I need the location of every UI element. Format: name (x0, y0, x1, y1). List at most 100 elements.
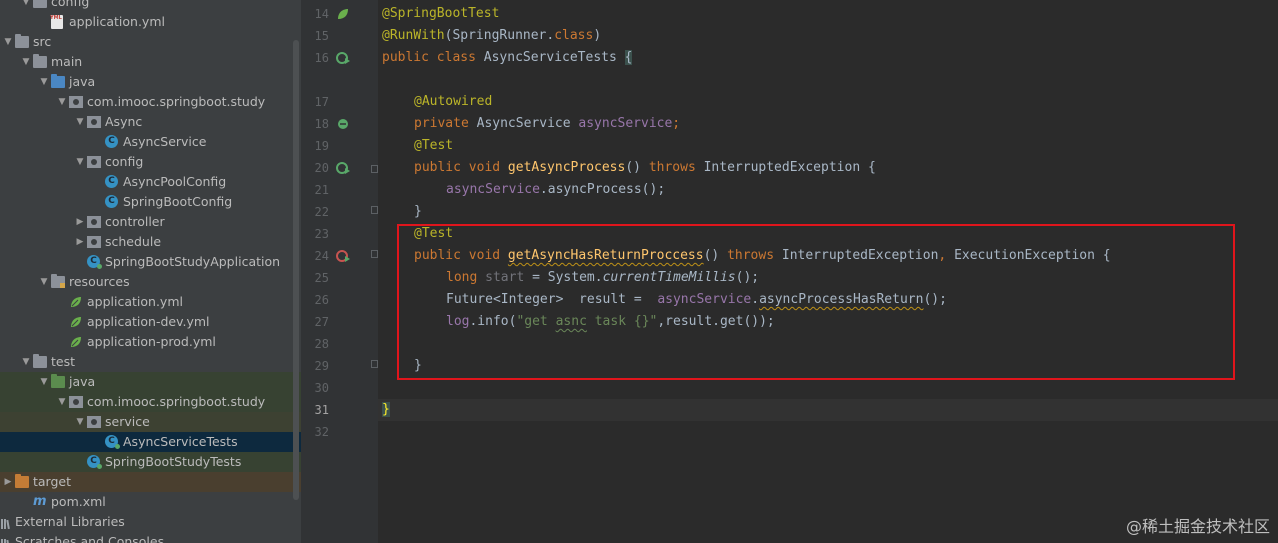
code-line-15[interactable]: @RunWith(SpringRunner.class) (382, 25, 601, 47)
line-number[interactable]: 23 (301, 223, 329, 245)
tree-item-ext-libs[interactable]: ▶External Libraries (0, 512, 301, 532)
code-line-14[interactable]: @SpringBootTest (382, 3, 499, 25)
line-number[interactable]: 27 (301, 311, 329, 333)
code-line-29[interactable]: } (414, 355, 422, 377)
line-number[interactable]: 30 (301, 377, 329, 399)
tree-item-main[interactable]: ▼ main (0, 52, 301, 72)
spring-bean-icon[interactable] (336, 6, 350, 20)
tree-item-pkg-main[interactable]: ▼ com.imooc.springboot.study (0, 92, 301, 112)
editor-gutter[interactable]: 14 15 16 17 18 19 20 21 22 23 24 25 26 27 28 29 30 31 32 (301, 0, 379, 543)
tree-item-app-yml[interactable]: application.yml (0, 292, 301, 312)
tree-item-test[interactable]: ▼ test (0, 352, 301, 372)
tree-item-app-dev-yml[interactable]: application-dev.yml (0, 312, 301, 332)
line-number[interactable]: 31 (301, 399, 329, 421)
line-number[interactable]: 24 (301, 245, 329, 267)
tree-item-controller[interactable]: ▶ controller (0, 212, 301, 232)
line-number[interactable]: 26 (301, 289, 329, 311)
code-line-16[interactable]: public class AsyncServiceTests { (382, 47, 633, 69)
line-number[interactable]: 16 (301, 47, 329, 69)
method-name: getAsyncProcess (507, 160, 626, 175)
code-editor[interactable]: @SpringBootTest @RunWith(SpringRunner.cl… (378, 0, 1278, 543)
fold-marker-icon[interactable] (371, 250, 378, 258)
line-number[interactable]: 29 (301, 355, 329, 377)
code-text: = System. (524, 270, 603, 285)
code-line-17[interactable]: @Autowired (414, 91, 492, 113)
chevron-right-icon[interactable]: ▶ (2, 472, 14, 492)
line-number[interactable]: 22 (301, 201, 329, 223)
fold-marker-icon[interactable] (371, 165, 378, 173)
tree-item-pom[interactable]: m pom.xml (0, 492, 301, 512)
chevron-down-icon[interactable]: ▼ (38, 372, 50, 392)
code-line-22[interactable]: } (414, 201, 422, 223)
tree-item-java-test[interactable]: ▼ java (0, 372, 301, 392)
chevron-down-icon[interactable]: ▼ (74, 412, 86, 432)
chevron-down-icon[interactable]: ▼ (20, 52, 32, 72)
code-line-18[interactable]: private AsyncService asyncService; (414, 113, 680, 135)
tree-item-java-main[interactable]: ▼ java (0, 72, 301, 92)
tree-item-pkg-test[interactable]: ▼ com.imooc.springboot.study (0, 392, 301, 412)
run-test-icon[interactable] (336, 50, 350, 64)
line-number[interactable]: 32 (301, 421, 329, 443)
chevron-down-icon[interactable]: ▼ (20, 0, 32, 12)
semicolon: ; (672, 116, 681, 131)
chevron-down-icon[interactable]: ▼ (74, 112, 86, 132)
line-number[interactable]: 21 (301, 179, 329, 201)
project-tree-scrollbar[interactable] (293, 40, 299, 500)
code-text: .info( (469, 314, 517, 329)
tree-item-schedule[interactable]: ▶ schedule (0, 232, 301, 252)
chevron-down-icon[interactable]: ▼ (56, 92, 68, 112)
chevron-down-icon[interactable]: ▼ (56, 392, 68, 412)
chevron-down-icon[interactable]: ▼ (38, 272, 50, 292)
tree-item-asyncservicetests[interactable]: C AsyncServiceTests (0, 432, 301, 452)
tree-item-config-pkg[interactable]: ▼ config (0, 152, 301, 172)
tree-item-src[interactable]: ▼ src (0, 32, 301, 52)
run-test-icon[interactable] (336, 160, 350, 174)
chevron-down-icon[interactable]: ▼ (2, 32, 14, 52)
code-line-26[interactable]: Future<Integer> result = asyncService.as… (446, 289, 947, 311)
tree-item-springbootstudyapplication[interactable]: C SpringBootStudyApplication (0, 252, 301, 272)
tree-item-label: com.imooc.springboot.study (87, 94, 266, 109)
line-number[interactable]: 20 (301, 157, 329, 179)
tree-item-resources[interactable]: ▼ resources (0, 272, 301, 292)
line-number[interactable]: 28 (301, 333, 329, 355)
class-icon: C (105, 195, 118, 208)
code-line-25[interactable]: long start = System.currentTimeMillis(); (446, 267, 759, 289)
tree-item-app-prod-yml[interactable]: application-prod.yml (0, 332, 301, 352)
line-number[interactable]: 17 (301, 91, 329, 113)
chevron-down-icon[interactable]: ▼ (20, 352, 32, 372)
tree-item-springbootstudytests[interactable]: C SpringBootStudyTests (0, 452, 301, 472)
tree-item-service[interactable]: ▼ service (0, 412, 301, 432)
code-line-19[interactable]: @Test (414, 135, 453, 157)
code-line-20[interactable]: public void getAsyncProcess() throws Int… (414, 157, 876, 179)
code-line-23[interactable]: @Test (414, 223, 453, 245)
tree-item-target[interactable]: ▶ target (0, 472, 301, 492)
line-number[interactable]: 18 (301, 113, 329, 135)
fold-marker-icon[interactable] (371, 206, 378, 214)
project-tree-panel[interactable]: ▼configapplication.yml▼src▼main▼java▼com… (0, 0, 301, 543)
tree-item-springbootconfig[interactable]: C SpringBootConfig (0, 192, 301, 212)
tree-item-async[interactable]: ▼ Async (0, 112, 301, 132)
chevron-right-icon[interactable]: ▶ (74, 212, 86, 232)
tree-item-asyncservice[interactable]: C AsyncService (0, 132, 301, 152)
folder-icon (33, 354, 47, 368)
autowired-bean-icon[interactable] (336, 116, 350, 130)
tree-item-scratches[interactable]: ▶Scratches and Consoles (0, 532, 301, 543)
line-number[interactable]: 25 (301, 267, 329, 289)
code-line-21[interactable]: asyncService.asyncProcess(); (446, 179, 665, 201)
tree-item-label: SpringBootStudyApplication (105, 254, 281, 269)
fold-marker-icon[interactable] (371, 360, 378, 368)
chevron-right-icon[interactable]: ▶ (74, 232, 86, 252)
run-test-failed-icon[interactable] (336, 248, 350, 262)
chevron-down-icon[interactable]: ▼ (38, 72, 50, 92)
code-line-27[interactable]: log.info("get asnc task {}",result.get()… (446, 311, 775, 333)
chevron-down-icon[interactable]: ▼ (74, 152, 86, 172)
tree-item-label: AsyncServiceTests (123, 434, 238, 449)
line-number[interactable]: 14 (301, 3, 329, 25)
code-line-24[interactable]: public void getAsyncHasReturnProccess() … (414, 245, 1111, 267)
tree-item-asyncpoolconfig[interactable]: C AsyncPoolConfig (0, 172, 301, 192)
line-number[interactable]: 19 (301, 135, 329, 157)
tree-item-application-yml-top[interactable]: application.yml (0, 8, 301, 32)
tree-item-config-top[interactable]: ▼ config (0, 0, 301, 12)
line-number[interactable]: 15 (301, 25, 329, 47)
code-line-31[interactable]: } (382, 399, 390, 421)
